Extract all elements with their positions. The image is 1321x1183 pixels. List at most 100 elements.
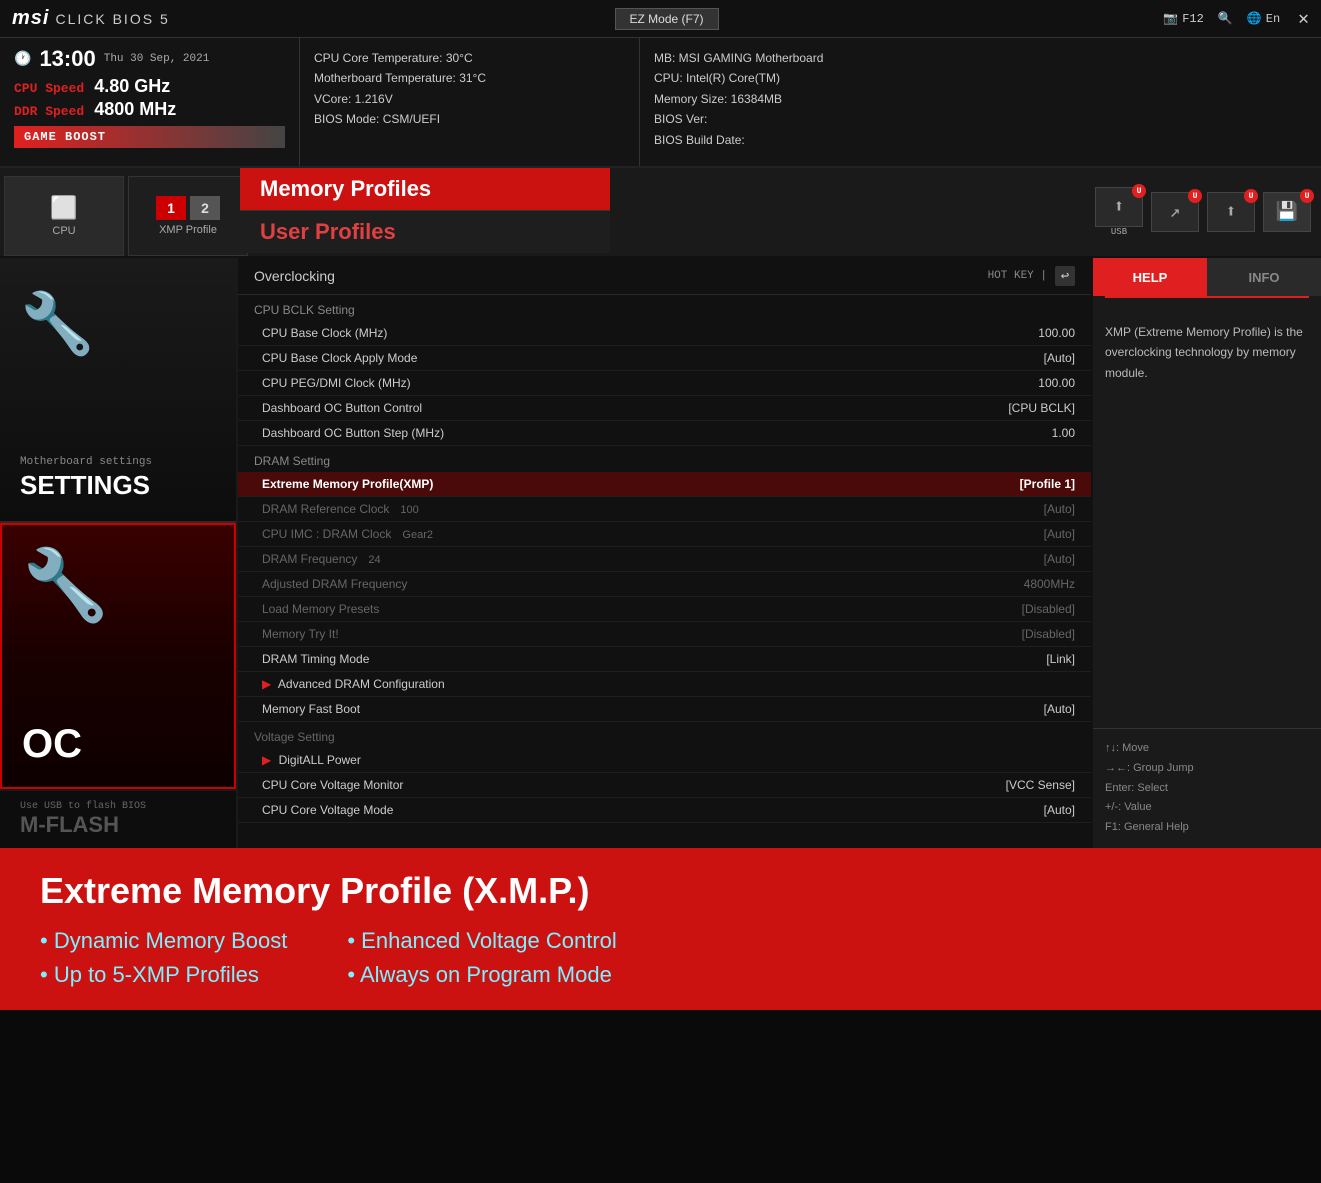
bios-mode: BIOS Mode: CSM/UEFI (314, 109, 625, 129)
mflash-title: M-FLASH (20, 812, 216, 838)
feature-dynamic-boost: Dynamic Memory Boost (40, 928, 287, 954)
xmp-num-1[interactable]: 1 (156, 196, 186, 220)
back-button[interactable]: ↩ (1055, 266, 1075, 286)
bottom-banner: Extreme Memory Profile (X.M.P.) Dynamic … (0, 848, 1321, 1010)
shortcut-value: +/-: Value (1105, 798, 1309, 818)
settings-title: SETTINGS (20, 470, 150, 501)
settings-label: Motherboard settings (20, 456, 152, 468)
shortcuts-panel: ↑↓: Move →←: Group Jump Enter: Select +/… (1093, 728, 1321, 848)
adjusted-dram-row: Adjusted DRAM Frequency 4800MHz (238, 572, 1091, 597)
feature-5xmp: Up to 5-XMP Profiles (40, 962, 287, 988)
dram-frequency-row[interactable]: DRAM Frequency 24 [Auto] (238, 547, 1091, 572)
tab-help[interactable]: HELP (1093, 258, 1207, 296)
xmp-num-2[interactable]: 2 (190, 196, 220, 220)
ez-mode-button[interactable]: EZ Mode (F7) (615, 8, 719, 30)
game-boost-bar: GAME BOOST (14, 126, 285, 148)
advanced-dram-row[interactable]: ▶ Advanced DRAM Configuration (238, 672, 1091, 697)
cpu-speed-label: CPU Speed (14, 81, 84, 96)
main-content: 🔧 Motherboard settings SETTINGS 🔧 OC Use… (0, 258, 1321, 848)
vcore: VCore: 1.216V (314, 89, 625, 109)
bios-ver: BIOS Ver: (654, 109, 1307, 129)
usb-icon-1[interactable]: ⬆ U USB (1095, 187, 1143, 237)
tab-cpu[interactable]: ⬜ CPU (4, 176, 124, 256)
system-info-panel: MB: MSI GAMING Motherboard CPU: Intel(R)… (640, 38, 1321, 166)
hotkey-label: HOT KEY | (988, 270, 1047, 282)
profiles-dropdown: Memory Profiles User Profiles (240, 168, 610, 253)
shortcut-group: →←: Group Jump (1105, 759, 1309, 779)
memory-fast-boot-row[interactable]: Memory Fast Boot [Auto] (238, 697, 1091, 722)
xmp-row[interactable]: Extreme Memory Profile(XMP) [Profile 1] (238, 472, 1091, 497)
clock-icon: 🕐 (14, 51, 31, 68)
shortcut-help: F1: General Help (1105, 818, 1309, 838)
top-bar: msi CLICK BIOS 5 EZ Mode (F7) 📷 F12 🔍 🌐 … (0, 0, 1321, 38)
usb-icon-2[interactable]: ↗ U (1151, 192, 1199, 232)
search-button[interactable]: 🔍 (1218, 11, 1233, 26)
usb-device-icon: ⬆ (1226, 201, 1237, 223)
user-profiles-tab[interactable]: User Profiles (240, 210, 610, 253)
ddr-speed-label: DDR Speed (14, 104, 84, 119)
cpu-base-clock-apply-mode-row[interactable]: CPU Base Clock Apply Mode [Auto] (238, 346, 1091, 371)
help-content: XMP (Extreme Memory Profile) is the over… (1093, 308, 1321, 728)
right-panel: HELP INFO XMP (Extreme Memory Profile) i… (1091, 258, 1321, 848)
globe-icon: 🌐 (1247, 11, 1262, 26)
voltage-section-header: Voltage Setting (238, 722, 1091, 748)
right-tabs: HELP INFO (1093, 258, 1321, 296)
settings-nav-item[interactable]: 🔧 Motherboard settings SETTINGS (0, 258, 236, 523)
usb-symbol-icon: ⬆ (1114, 196, 1125, 218)
cpu-temp: CPU Core Temperature: 30°C (314, 48, 625, 68)
system-speed-panel: 🕐 13:00 Thu 30 Sep, 2021 CPU Speed 4.80 … (0, 38, 300, 166)
memory-try-it-row[interactable]: Memory Try It! [Disabled] (238, 622, 1091, 647)
banner-col-1: Dynamic Memory Boost Up to 5-XMP Profile… (40, 928, 287, 988)
usb-icon-4[interactable]: 💾 U (1263, 192, 1311, 232)
usb-arrow-icon: ↗ (1170, 201, 1181, 223)
memory-profiles-tab[interactable]: Memory Profiles (240, 168, 610, 210)
language-button[interactable]: 🌐 En (1247, 11, 1280, 26)
feature-voltage-control: Enhanced Voltage Control (347, 928, 616, 954)
screenshot-button[interactable]: 📷 F12 (1163, 11, 1204, 26)
shortcut-enter: Enter: Select (1105, 779, 1309, 799)
dram-ref-clock-row[interactable]: DRAM Reference Clock 100 [Auto] (238, 497, 1091, 522)
dashboard-oc-step-row[interactable]: Dashboard OC Button Step (MHz) 1.00 (238, 421, 1091, 446)
clock-time: 13:00 (39, 46, 95, 72)
cpu-icon: ⬜ (50, 195, 77, 221)
arrow-icon-2: ▶ (262, 753, 271, 767)
dram-timing-mode-row[interactable]: DRAM Timing Mode [Link] (238, 647, 1091, 672)
close-button[interactable]: ✕ (1298, 8, 1309, 30)
mb-info: MB: MSI GAMING Motherboard (654, 48, 1307, 68)
camera-icon: 📷 (1163, 11, 1178, 26)
clock-date: Thu 30 Sep, 2021 (104, 53, 210, 65)
dashboard-oc-control-row[interactable]: Dashboard OC Button Control [CPU BCLK] (238, 396, 1091, 421)
cpu-bclk-section-header: CPU BCLK Setting (238, 295, 1091, 321)
ddr-speed-value: 4800 MHz (94, 99, 176, 120)
msi-logo: msi (12, 7, 49, 30)
cpu-imc-dram-row[interactable]: CPU IMC : DRAM Clock Gear2 [Auto] (238, 522, 1091, 547)
load-memory-presets-row[interactable]: Load Memory Presets [Disabled] (238, 597, 1091, 622)
oc-title: OC (22, 722, 82, 767)
settings-list: CPU BCLK Setting CPU Base Clock (MHz) 10… (238, 295, 1091, 848)
usb-icon-3[interactable]: ⬆ U (1207, 192, 1255, 232)
cpu-base-clock-row[interactable]: CPU Base Clock (MHz) 100.00 (238, 321, 1091, 346)
cpu-info: CPU: Intel(R) Core(TM) (654, 68, 1307, 88)
cpu-peg-dmi-row[interactable]: CPU PEG/DMI Clock (MHz) 100.00 (238, 371, 1091, 396)
banner-features: Dynamic Memory Boost Up to 5-XMP Profile… (40, 928, 1281, 988)
mflash-label: Use USB to flash BIOS (20, 801, 216, 812)
center-panel: Overclocking HOT KEY | ↩ CPU BCLK Settin… (238, 258, 1091, 848)
tab-xmp[interactable]: 1 2 XMP Profile (128, 176, 248, 256)
nav-tabs: ⬜ CPU 1 2 XMP Profile Memory Profiles Us… (0, 168, 1321, 258)
dram-section-header: DRAM Setting (238, 446, 1091, 472)
oc-nav-item[interactable]: 🔧 OC (0, 523, 236, 790)
shortcut-move: ↑↓: Move (1105, 739, 1309, 759)
digitall-power-row[interactable]: ▶ DigitALL Power (238, 748, 1091, 773)
wrench-icon: 🔧 (20, 288, 95, 363)
feature-program-mode: Always on Program Mode (347, 962, 616, 988)
oc-header: Overclocking HOT KEY | ↩ (238, 258, 1091, 295)
mflash-nav-item[interactable]: Use USB to flash BIOS M-FLASH (0, 789, 236, 848)
oc-panel-title: Overclocking (254, 268, 335, 284)
cpu-voltage-mode-row[interactable]: CPU Core Voltage Mode [Auto] (238, 798, 1091, 823)
disk-icon: 💾 (1276, 201, 1298, 223)
mem-info: Memory Size: 16384MB (654, 89, 1307, 109)
bios-date: BIOS Build Date: (654, 130, 1307, 150)
oc-tools-icon: 🔧 (22, 545, 109, 631)
tab-info[interactable]: INFO (1207, 258, 1321, 296)
cpu-voltage-monitor-row[interactable]: CPU Core Voltage Monitor [VCC Sense] (238, 773, 1091, 798)
